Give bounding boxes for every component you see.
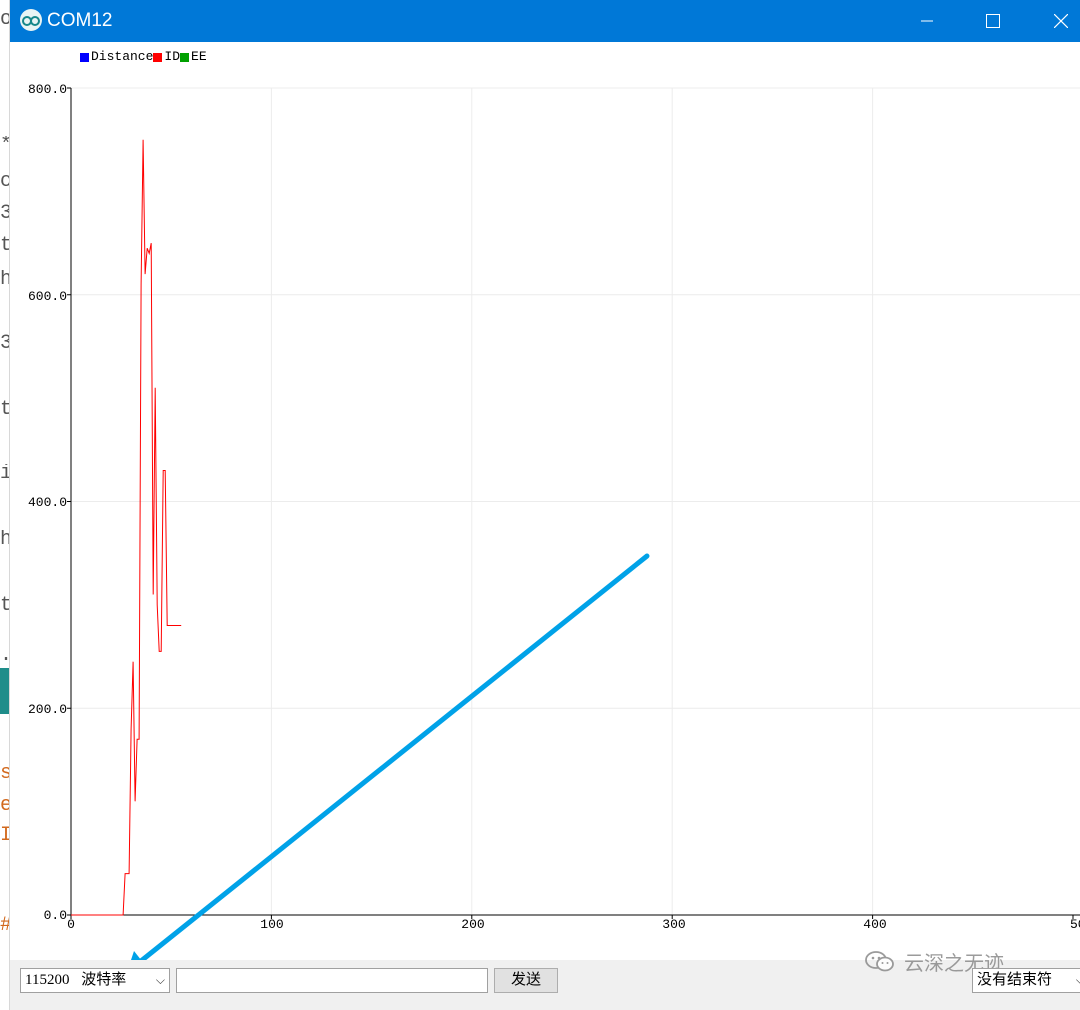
baud-rate-value: 115200	[25, 972, 70, 988]
series-line-id	[71, 139, 182, 916]
editor-fragment: I	[0, 826, 9, 846]
line-ending-select[interactable]: 没有结束符 ⌵	[972, 968, 1080, 993]
x-tick-label: 300	[662, 917, 685, 932]
grid-lines	[71, 87, 1080, 915]
x-tick-label: 200	[461, 917, 484, 932]
x-tick-label: 0	[67, 917, 75, 932]
editor-fragment: o	[0, 10, 9, 30]
line-ending-value: 没有结束符	[977, 972, 1053, 988]
serial-message-input[interactable]	[176, 968, 488, 993]
maximize-icon	[986, 14, 1000, 28]
editor-fragment: t	[0, 236, 9, 256]
editor-fragment: e	[0, 796, 9, 816]
x-ticks: 0 100 200 300 400 50	[67, 915, 1080, 932]
editor-fragment: t	[0, 596, 9, 616]
arrow-shaft	[138, 553, 650, 960]
chevron-down-icon: ⌵	[1076, 969, 1080, 992]
close-button[interactable]	[1038, 0, 1080, 42]
editor-fragment: .	[0, 646, 9, 666]
y-tick-label: 800.0	[28, 82, 67, 97]
y-ticks: 0.0 200.0 400.0 600.0 800.0	[28, 82, 71, 923]
editor-fragment: c	[0, 172, 9, 192]
background-editor-edge: o * c 3 t h 3 t i h t . s e I #	[0, 0, 10, 1010]
editor-fragment: i	[0, 464, 9, 484]
x-tick-label: 400	[863, 917, 886, 932]
background-editor-highlight	[0, 668, 9, 714]
minimize-button[interactable]	[904, 0, 950, 42]
editor-fragment: 3	[0, 204, 9, 224]
y-tick-label: 400.0	[28, 495, 67, 510]
editor-fragment: *	[0, 136, 9, 156]
y-tick-label: 200.0	[28, 702, 67, 717]
baud-rate-select[interactable]: 115200 波特率 ⌵	[20, 968, 170, 993]
editor-fragment: 3	[0, 334, 9, 354]
x-tick-label: 50	[1070, 917, 1080, 932]
x-tick-label: 100	[260, 917, 283, 932]
annotation-arrow	[131, 553, 650, 960]
data-series	[71, 139, 182, 916]
plot-canvas: 0.0 200.0 400.0 600.0 800.0 0 100 200 30…	[28, 82, 1080, 960]
send-button[interactable]: 发送	[494, 968, 558, 993]
serial-plotter-area: Distance ID EE 0.0 200.0 400.0 600.0 800…	[10, 42, 1080, 960]
editor-fragment: h	[0, 270, 9, 290]
minimize-icon	[921, 20, 933, 22]
editor-fragment: h	[0, 530, 9, 550]
window-title: COM12	[47, 10, 113, 31]
maximize-button[interactable]	[970, 0, 1016, 42]
y-tick-label: 0.0	[44, 908, 67, 923]
serial-controls-bar: 115200 波特率 ⌵ 发送 云深之无迹 没有结束符 ⌵	[10, 951, 1080, 1010]
y-tick-label: 600.0	[28, 289, 67, 304]
arduino-infinity-icon	[20, 9, 42, 31]
editor-fragment: t	[0, 400, 9, 420]
editor-fragment: s	[0, 764, 9, 784]
baud-rate-label: 波特率	[81, 972, 127, 988]
chevron-down-icon: ⌵	[155, 973, 165, 987]
editor-fragment: #	[0, 916, 9, 936]
close-icon	[1054, 14, 1068, 28]
wechat-icon	[865, 951, 894, 972]
title-bar[interactable]: COM12	[10, 0, 1080, 42]
